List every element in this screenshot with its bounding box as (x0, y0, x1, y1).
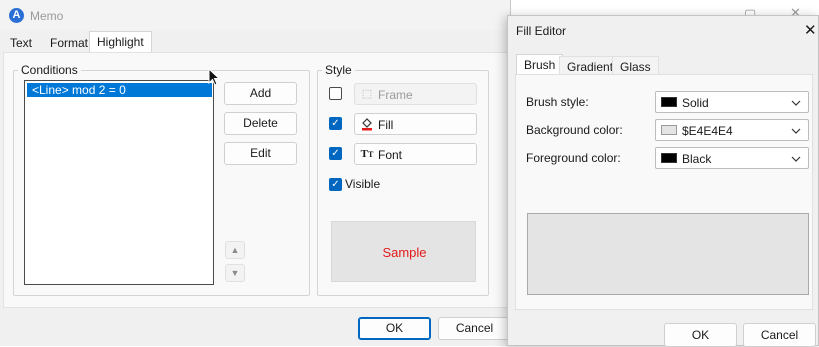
fill-preview (527, 213, 809, 295)
tab-glass[interactable]: Glass (612, 56, 659, 76)
background-color-label: Background color: (526, 123, 623, 137)
visible-checkbox[interactable]: ✓ (329, 178, 342, 191)
memo-cancel-button[interactable]: Cancel (438, 317, 511, 340)
visible-label: Visible (345, 177, 381, 191)
tab-brush[interactable]: Brush (516, 54, 564, 75)
close-icon[interactable]: ✕ (804, 21, 817, 39)
arrow-down-icon: ▼ (230, 268, 240, 278)
app-logo-icon: A (9, 8, 24, 23)
background-color-value: $E4E4E4 (682, 124, 733, 138)
chevron-down-icon (791, 100, 801, 106)
font-button[interactable]: TT Font (354, 143, 477, 165)
memo-titlebar: A Memo ▢ (0, 0, 756, 30)
foreground-color-label: Foreground color: (526, 151, 621, 165)
fill-button[interactable]: Fill (354, 113, 477, 135)
font-checkbox[interactable]: ✓ (329, 147, 342, 160)
tab-format[interactable]: Format (43, 33, 95, 53)
fill-ok-button[interactable]: OK (664, 323, 737, 347)
font-icon: TT (360, 148, 374, 160)
memo-window: A Memo ▢ Text Format Highlight Condition… (0, 0, 756, 346)
conditions-group-label: Conditions (18, 63, 81, 77)
background-color-select[interactable]: $E4E4E4 (655, 119, 809, 141)
foreground-color-value: Black (682, 152, 712, 166)
window-title: Memo (30, 9, 64, 23)
brush-style-value: Solid (682, 96, 709, 110)
mouse-cursor-icon (208, 68, 220, 86)
fill-editor-dialog: Fill Editor ✕ Brush Gradient Glass Brush… (507, 15, 819, 347)
arrow-up-icon: ▲ (230, 245, 240, 255)
style-group-label: Style (322, 63, 355, 77)
font-button-label: Font (378, 148, 403, 162)
add-button[interactable]: Add (224, 82, 297, 105)
move-up-button[interactable]: ▲ (225, 241, 245, 259)
foreground-color-select[interactable]: Black (655, 147, 809, 169)
paint-bucket-icon (360, 117, 374, 131)
brush-style-label: Brush style: (526, 95, 589, 109)
tab-highlight[interactable]: Highlight (89, 31, 152, 53)
frame-button-label: Frame (378, 88, 413, 102)
dialog-title: Fill Editor (516, 24, 567, 38)
tab-text[interactable]: Text (3, 33, 39, 53)
conditions-list[interactable] (24, 80, 214, 285)
frame-button[interactable]: ⬚ Frame (354, 83, 477, 105)
frame-checkbox[interactable] (329, 87, 342, 100)
color-swatch (661, 153, 677, 163)
delete-button[interactable]: Delete (224, 112, 297, 135)
sample-text: Sample (382, 245, 427, 260)
edit-button[interactable]: Edit (224, 142, 297, 165)
color-swatch (661, 97, 677, 107)
memo-ok-button[interactable]: OK (358, 317, 431, 340)
color-swatch (661, 125, 677, 135)
list-item[interactable]: <Line> mod 2 = 0 (27, 83, 212, 97)
move-down-button[interactable]: ▼ (225, 264, 245, 282)
fill-cancel-button[interactable]: Cancel (743, 323, 816, 347)
fill-checkbox[interactable]: ✓ (329, 117, 342, 130)
chevron-down-icon (791, 128, 801, 134)
chevron-down-icon (791, 156, 801, 162)
frame-icon: ⬚ (361, 88, 373, 100)
sample-preview: Sample (331, 221, 476, 282)
brush-style-select[interactable]: Solid (655, 91, 809, 113)
fill-button-label: Fill (378, 118, 394, 132)
